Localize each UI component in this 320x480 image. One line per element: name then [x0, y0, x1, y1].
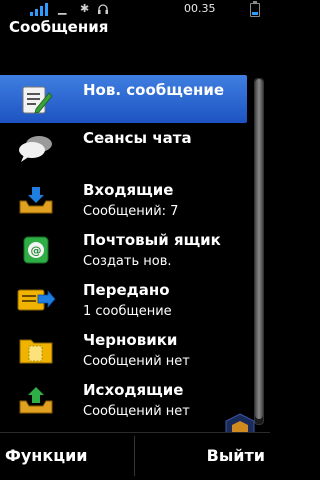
sent-icon	[17, 289, 56, 311]
menu-item-label: Входящие	[83, 181, 174, 199]
menu-item-detail: Создать нов.	[83, 254, 172, 269]
mailbox-icon: @	[23, 236, 49, 264]
menu-item-label: Передано	[83, 281, 170, 299]
signal-strength-icon	[30, 2, 52, 16]
new-message-icon	[22, 86, 53, 114]
headset-icon	[98, 4, 108, 14]
menu-item-label: Нов. сообщение	[83, 81, 225, 99]
battery-icon	[250, 1, 260, 17]
clock: 00.35	[184, 2, 216, 15]
network-icon: ▁	[58, 2, 67, 15]
softkey-divider	[134, 436, 135, 476]
softkey-bar: Функции Выйти	[0, 432, 270, 480]
menu-item-label: Черновики	[83, 331, 178, 349]
outbox-tray-icon	[19, 387, 53, 414]
exit-softkey[interactable]: Выйти	[207, 446, 265, 465]
menu-item-new-message[interactable]: Нов. сообщение	[0, 75, 247, 123]
bluetooth-icon: ✱	[80, 2, 90, 15]
inbox-tray-icon	[19, 187, 53, 214]
menu-item-inbox[interactable]: Входящие Сообщений: 7	[0, 175, 247, 223]
menu-item-chat-sessions[interactable]: Сеансы чата	[0, 123, 247, 171]
menu-item-detail: Сообщений: 7	[83, 204, 179, 219]
menu-item-label: Исходящие	[83, 381, 184, 399]
scrollbar[interactable]	[254, 78, 264, 425]
menu-item-detail: Сообщений нет	[83, 404, 190, 419]
menu-item-sent[interactable]: Передано 1 сообщение	[0, 275, 247, 323]
menu-item-mailbox[interactable]: @ Почтовый ящик Создать нов.	[0, 225, 247, 273]
drafts-folder-icon	[19, 339, 53, 364]
chat-bubbles-icon	[19, 136, 52, 162]
status-bar: ▁ ✱ 00.35	[0, 0, 270, 18]
menu-item-detail: Сообщений нет	[83, 354, 190, 369]
menu-item-label: Сеансы чата	[83, 129, 192, 147]
menu-item-detail: 1 сообщение	[83, 304, 172, 319]
scrollbar-thumb[interactable]	[255, 79, 263, 419]
menu-item-outbox[interactable]: Исходящие Сообщений нет	[0, 375, 247, 423]
page-title: Сообщения	[9, 18, 109, 36]
svg-text:@: @	[31, 244, 42, 257]
options-softkey[interactable]: Функции	[5, 446, 88, 465]
menu-item-label: Почтовый ящик	[83, 231, 221, 249]
menu-item-drafts[interactable]: Черновики Сообщений нет	[0, 325, 247, 373]
messaging-menu: Нов. сообщение Сеансы чата Входящие Сооб…	[0, 75, 250, 425]
